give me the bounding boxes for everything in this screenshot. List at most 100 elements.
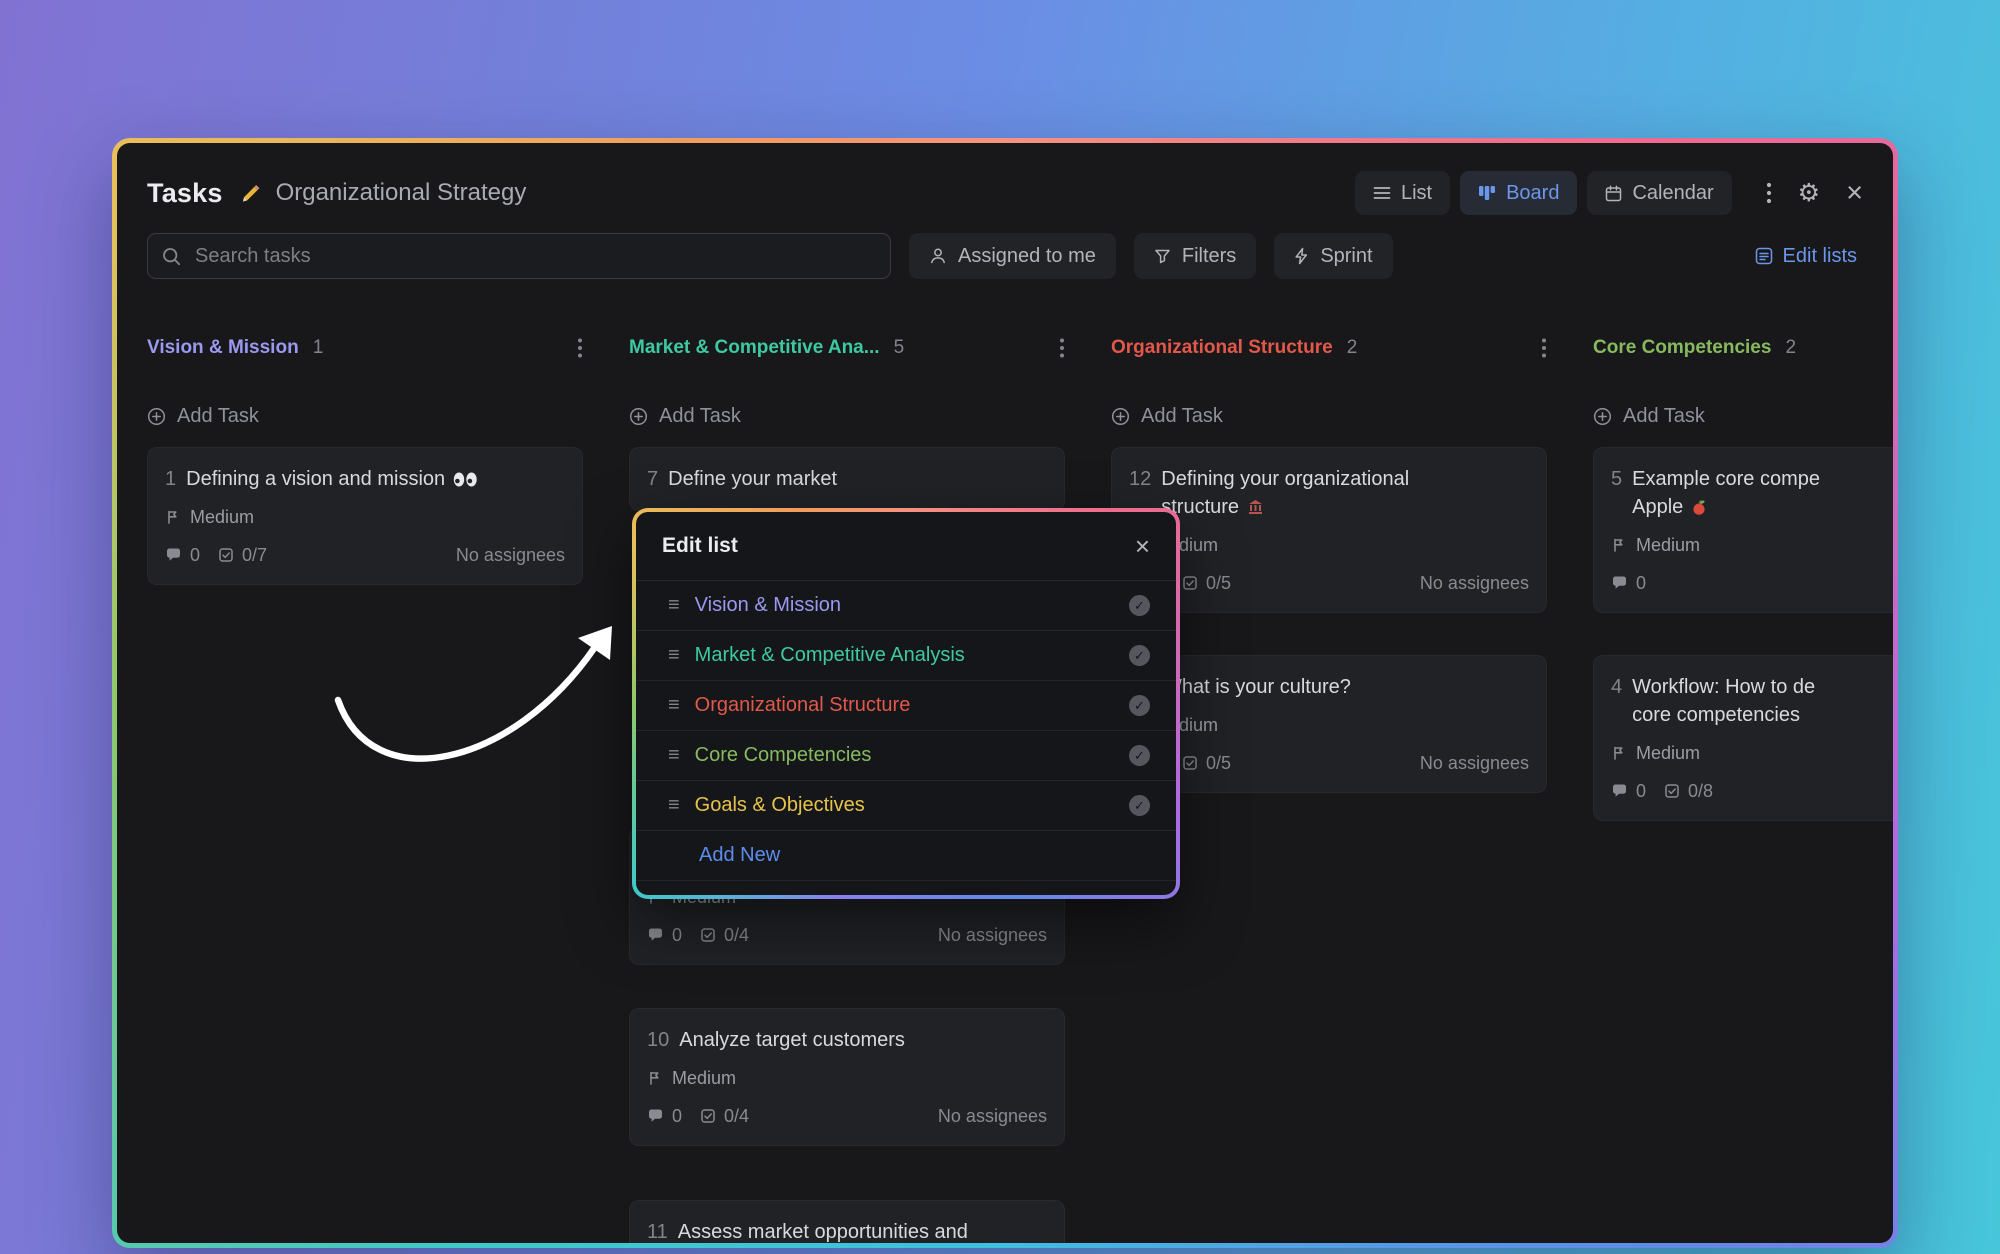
window-header: Tasks Organizational Strategy List Board (147, 143, 1863, 221)
task-card[interactable]: 7 Define your market (629, 447, 1065, 511)
column-menu-button[interactable] (1059, 337, 1065, 359)
add-task-label: Add Task (659, 404, 741, 427)
kebab-menu-icon[interactable] (1766, 181, 1772, 205)
checksquare-icon (700, 1108, 716, 1124)
flag-icon (1611, 745, 1627, 761)
list-name: Goals & Objectives (694, 794, 865, 816)
check-circle-icon[interactable]: ✓ (1129, 595, 1150, 616)
drag-handle-icon[interactable]: ≡ (668, 594, 680, 617)
column-header: Core Competencies 2 (1593, 335, 1893, 361)
priority-row: Medium (647, 1066, 1047, 1090)
tab-label: Board (1506, 181, 1560, 204)
card-meta-row: 0 0/7 No assignees (165, 543, 565, 567)
task-card[interactable]: 4 Workflow: How to de core competencies Med… (1593, 655, 1893, 821)
task-card[interactable]: 1 Defining a vision and mission Medium 0 0/7… (147, 447, 583, 585)
check-circle-icon[interactable]: ✓ (1129, 795, 1150, 816)
comment-icon (647, 927, 664, 943)
filters-button[interactable]: Filters (1133, 233, 1257, 279)
assignees-label: No assignees (1419, 572, 1529, 593)
checksquare-icon (1664, 783, 1680, 799)
add-task-button[interactable]: Add Task (1111, 403, 1223, 429)
card-title: Assess market opportunities and (677, 1221, 968, 1243)
tab-calendar-view[interactable]: Calendar (1587, 171, 1732, 215)
column-count: 5 (893, 337, 905, 358)
gear-icon[interactable]: ⚙ (1798, 180, 1820, 206)
task-card[interactable]: 5 Example core compe Apple Medium 0 (1593, 447, 1893, 613)
priority-label: Medium (1636, 742, 1701, 763)
view-switcher: List Board Calendar (1354, 171, 1732, 215)
card-meta-row: 0 0/4 No assignees (647, 923, 1047, 947)
card-number: 10 (647, 1029, 670, 1051)
priority-label: Medium (1636, 534, 1701, 555)
edit-list-item[interactable]: ≡ Organizational Structure ✓ (636, 681, 1176, 731)
eyes-icon (453, 472, 478, 487)
column-title: Core Competencies (1593, 337, 1772, 358)
assigned-to-me-button[interactable]: Assigned to me (909, 233, 1116, 279)
drag-handle-icon[interactable]: ≡ (668, 794, 680, 817)
button-label: Edit lists (1782, 244, 1857, 267)
plus-icon (147, 407, 166, 426)
sprint-button[interactable]: Sprint (1274, 233, 1393, 279)
drag-handle-icon[interactable]: ≡ (668, 744, 680, 767)
list-name: Organizational Structure (694, 694, 911, 716)
column-count: 2 (1346, 337, 1358, 358)
add-new-button[interactable]: Add New (699, 844, 780, 867)
edit-lists-button[interactable]: Edit lists (1749, 244, 1863, 269)
column-title: Organizational Structure (1111, 337, 1333, 358)
flag-icon (1611, 537, 1627, 553)
priority-row: Medium (165, 505, 565, 529)
card-title: Define your market (668, 468, 838, 490)
card-title: Defining a vision and mission (186, 468, 446, 490)
tab-list-view[interactable]: List (1354, 171, 1451, 215)
checksquare-icon (700, 927, 716, 943)
add-task-button[interactable]: Add Task (629, 403, 741, 429)
card-title: Example core compe (1632, 468, 1820, 490)
column-count: 1 (312, 337, 324, 358)
priority-label: Medium (190, 506, 255, 527)
lightning-icon (1294, 247, 1309, 265)
add-task-button[interactable]: Add Task (1593, 403, 1705, 429)
priority-row: Medium (1611, 741, 1893, 765)
modal-header: Edit list × (636, 512, 1176, 581)
checklist-count: 0/4 (724, 924, 750, 945)
card-title: Workflow: How to de (1632, 676, 1816, 698)
board-column: Core Competencies 2 Add Task 5 Example core … (1593, 335, 1893, 821)
task-card[interactable]: 10 Analyze target customers Medium 0 0/4 No a… (629, 1008, 1065, 1146)
column-header: Market & Competitive Ana... 5 (629, 335, 1065, 361)
checklist-count: 0/7 (242, 544, 268, 565)
check-circle-icon[interactable]: ✓ (1129, 745, 1150, 766)
assignees-label: No assignees (937, 924, 1047, 945)
priority-row: Medium (1611, 533, 1893, 557)
comment-count: 0 (190, 544, 201, 565)
tab-board-view[interactable]: Board (1460, 171, 1578, 215)
flag-icon (647, 1070, 663, 1086)
tab-label: Calendar (1632, 181, 1714, 204)
edit-list-item[interactable]: ≡ Vision & Mission ✓ (636, 581, 1176, 631)
card-number: 7 (647, 468, 659, 490)
comment-count: 0 (672, 924, 683, 945)
search-input[interactable] (193, 243, 876, 269)
checksquare-icon (1182, 755, 1198, 771)
app-window: Tasks Organizational Strategy List Board (112, 138, 1898, 1248)
check-circle-icon[interactable]: ✓ (1129, 695, 1150, 716)
add-new-row[interactable]: Add New (636, 831, 1176, 881)
drag-handle-icon[interactable]: ≡ (668, 644, 680, 667)
close-icon[interactable]: × (1846, 178, 1863, 208)
card-title: Analyze target customers (679, 1029, 905, 1051)
modal-close-icon[interactable]: × (1135, 533, 1150, 559)
checklist-count: 0/4 (724, 1105, 750, 1126)
column-menu-button[interactable] (1541, 337, 1547, 359)
add-task-button[interactable]: Add Task (147, 403, 259, 429)
edit-list-item[interactable]: ≡ Core Competencies ✓ (636, 731, 1176, 781)
drag-handle-icon[interactable]: ≡ (668, 694, 680, 717)
edit-list-item[interactable]: ≡ Market & Competitive Analysis ✓ (636, 631, 1176, 681)
edit-list-item[interactable]: ≡ Goals & Objectives ✓ (636, 781, 1176, 831)
button-label: Assigned to me (958, 244, 1096, 267)
add-task-label: Add Task (1623, 404, 1705, 427)
task-card[interactable]: 11 Assess market opportunities and (629, 1200, 1065, 1243)
column-menu-button[interactable] (577, 337, 583, 359)
card-meta-row: 00/5No assignees (1129, 571, 1529, 595)
assignees-label: No assignees (455, 544, 565, 565)
check-circle-icon[interactable]: ✓ (1129, 645, 1150, 666)
app-title: Tasks (147, 177, 223, 208)
